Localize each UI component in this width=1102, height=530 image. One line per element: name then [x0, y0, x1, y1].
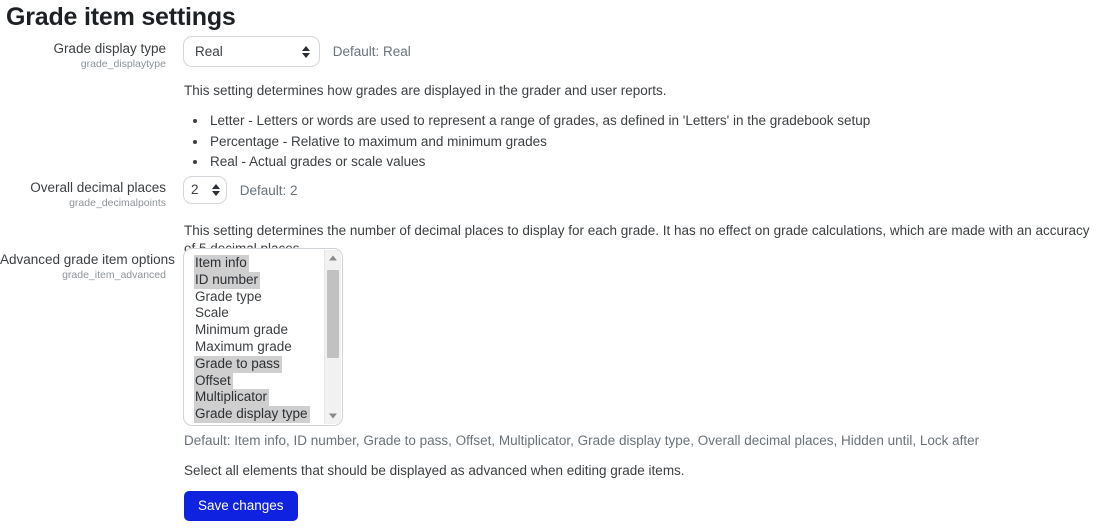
grade-display-type-description: This setting determines how grades are d…	[184, 83, 667, 98]
list-option-minimum-grade[interactable]: Minimum grade	[184, 322, 325, 339]
list-option-label: Scale	[195, 305, 229, 321]
advanced-grade-item-options-label-group: Advanced grade item options grade_item_a…	[0, 251, 175, 282]
overall-decimal-places-value: 2	[191, 182, 199, 197]
advanced-grade-item-options-description: Select all elements that should be displ…	[184, 463, 685, 478]
list-option-label: Grade type	[195, 288, 262, 304]
grade-display-type-default: Default: Real	[332, 44, 411, 59]
list-option-label: Maximum grade	[195, 338, 292, 354]
list-option-label: Offset	[194, 372, 233, 390]
save-changes-button[interactable]: Save changes	[184, 491, 298, 521]
list-item: Letter - Letters or words are used to re…	[208, 111, 1058, 132]
list-option-label: Grade to pass	[194, 355, 282, 373]
grade-display-type-bullets: Letter - Letters or words are used to re…	[184, 111, 1058, 173]
grade-display-type-identifier: grade_displaytype	[80, 58, 166, 70]
list-option-label: ID number	[194, 271, 261, 289]
list-option-label: Item info	[194, 255, 249, 272]
overall-decimal-places-default: Default: 2	[239, 182, 298, 198]
list-option-id-number[interactable]: ID number	[184, 271, 325, 289]
updown-arrow-icon	[212, 182, 221, 198]
list-option-scale[interactable]: Scale	[184, 305, 325, 322]
updown-arrow-icon	[302, 44, 311, 60]
overall-decimal-places-select[interactable]: 2	[183, 176, 227, 204]
overall-decimal-places-label: Overall decimal places	[30, 180, 166, 195]
list-option-grade-type[interactable]: Grade type	[184, 289, 325, 306]
overall-decimal-places-identifier: grade_decimalpoints	[69, 197, 166, 209]
list-option-label: Multiplicator	[194, 389, 270, 407]
list-option-label: Grade display type	[194, 406, 310, 423]
grade-display-type-value: Real	[195, 44, 223, 59]
advanced-grade-item-options-listbox[interactable]: Item info ID number Grade type Scale Min…	[183, 248, 343, 426]
listbox-scrollbar[interactable]	[324, 250, 341, 424]
scrollbar-thumb[interactable]	[327, 270, 339, 358]
overall-decimal-places-control-row: 2 Default: 2	[183, 176, 298, 204]
list-option-grade-display-type[interactable]: Grade display type	[184, 406, 325, 423]
scroll-up-arrow-icon[interactable]	[325, 250, 341, 266]
list-item: Real - Actual grades or scale values	[208, 152, 1058, 173]
grade-display-type-label: Grade display type	[53, 41, 166, 56]
grade-display-type-label-group: Grade display type grade_displaytype	[0, 40, 166, 71]
list-option-maximum-grade[interactable]: Maximum grade	[184, 339, 325, 356]
grade-display-type-control-row: Real Default: Real	[183, 36, 411, 67]
page-title: Grade item settings	[6, 3, 236, 31]
list-option-offset[interactable]: Offset	[184, 372, 325, 390]
grade-display-type-select[interactable]: Real	[183, 36, 320, 67]
list-option-item-info[interactable]: Item info	[184, 255, 325, 272]
advanced-grade-item-options-identifier: grade_item_advanced	[62, 269, 166, 281]
list-item: Percentage - Relative to maximum and min…	[208, 132, 1058, 153]
overall-decimal-places-label-group: Overall decimal places grade_decimalpoin…	[0, 179, 166, 210]
advanced-grade-item-options-default: Default: Item info, ID number, Grade to …	[184, 433, 980, 448]
list-option-multiplicator[interactable]: Multiplicator	[184, 389, 325, 407]
list-option-label: Minimum grade	[195, 322, 289, 338]
grade-item-settings-page: Grade item settings Grade display type g…	[0, 0, 1102, 530]
advanced-grade-item-options-label: Advanced grade item options	[0, 252, 175, 267]
list-option-grade-to-pass[interactable]: Grade to pass	[184, 355, 325, 373]
listbox-options: Item info ID number Grade type Scale Min…	[184, 255, 325, 425]
scroll-down-arrow-icon[interactable]	[325, 408, 341, 424]
